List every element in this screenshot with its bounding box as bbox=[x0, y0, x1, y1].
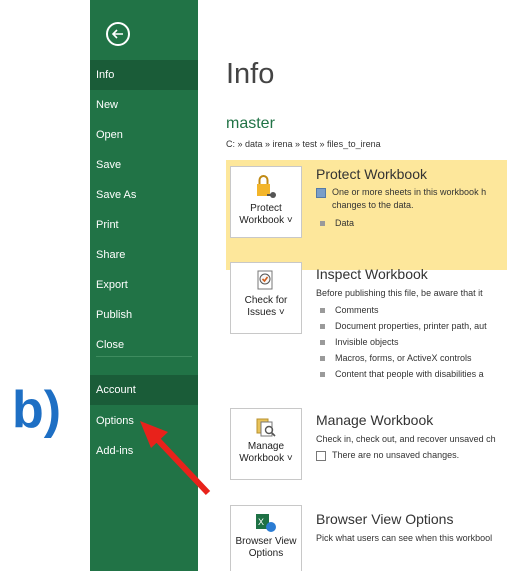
browser-view-options-button[interactable]: X Browser View Options bbox=[230, 505, 302, 571]
manage-note-text: There are no unsaved changes. bbox=[332, 450, 460, 460]
manage-note: There are no unsaved changes. bbox=[316, 449, 459, 462]
nav-export[interactable]: Export bbox=[90, 270, 198, 300]
protect-desc: One or more sheets in this workbook h bbox=[316, 186, 486, 199]
manage-desc: Check in, check out, and recover unsaved… bbox=[316, 434, 496, 444]
back-arrow-icon bbox=[111, 29, 123, 39]
inspect-desc: Before publishing this file, be aware th… bbox=[316, 288, 483, 298]
inspect-bullet: Content that people with disabilities a bbox=[316, 366, 487, 382]
protect-workbook-button[interactable]: Protect Workbook ˅ bbox=[230, 166, 302, 238]
protect-bullets: Data bbox=[316, 215, 354, 231]
browser-title: Browser View Options bbox=[316, 511, 454, 527]
inspect-bullet: Comments bbox=[316, 302, 487, 318]
protect-btn-line2: Workbook ˅ bbox=[239, 215, 293, 226]
browser-btn-line2: Options bbox=[248, 548, 284, 559]
document-icon bbox=[316, 450, 326, 461]
back-button[interactable] bbox=[106, 22, 130, 46]
nav-new[interactable]: New bbox=[90, 90, 198, 120]
info-pane: Info master C: » data » irena » test » f… bbox=[198, 0, 507, 571]
nav-open[interactable]: Open bbox=[90, 120, 198, 150]
page-title: Info bbox=[226, 58, 275, 90]
file-path[interactable]: C: » data » irena » test » files_to_iren… bbox=[226, 139, 381, 149]
file-name: master bbox=[226, 115, 275, 132]
manage-versions-icon bbox=[256, 418, 276, 437]
inspect-title: Inspect Workbook bbox=[316, 266, 428, 282]
inspect-bullet: Macros, forms, or ActiveX controls bbox=[316, 350, 487, 366]
nav-save-as[interactable]: Save As bbox=[90, 180, 198, 210]
protect-desc-line1: One or more sheets in this workbook h bbox=[332, 187, 487, 197]
protect-bullet: Data bbox=[316, 215, 354, 231]
nav-share[interactable]: Share bbox=[90, 240, 198, 270]
manage-workbook-section: Manage Workbook ˅ Manage Workbook Check … bbox=[226, 408, 507, 488]
browser-btn-line1: Browser View bbox=[235, 536, 297, 547]
lock-key-icon bbox=[257, 175, 276, 198]
sheet-warning-icon bbox=[316, 187, 326, 198]
manage-title: Manage Workbook bbox=[316, 412, 434, 428]
inspect-bullet: Invisible objects bbox=[316, 334, 487, 350]
manage-btn-line2: Workbook ˅ bbox=[239, 453, 293, 464]
protect-btn-line1: Protect bbox=[250, 203, 282, 214]
inspect-bullet: Document properties, printer path, aut bbox=[316, 318, 487, 334]
protect-workbook-section: Protect Workbook ˅ Protect Workbook One … bbox=[226, 160, 507, 270]
nav-save[interactable]: Save bbox=[90, 150, 198, 180]
inspect-bullets: Comments Document properties, printer pa… bbox=[316, 302, 487, 382]
svg-text:X: X bbox=[258, 517, 264, 527]
backstage-sidebar: Info New Open Save Save As Print Share E… bbox=[90, 0, 198, 571]
protect-desc-line2: changes to the data. bbox=[332, 200, 414, 210]
inspect-btn-line2: Issues ˅ bbox=[247, 307, 285, 318]
browser-view-section: X Browser View Options Browser View Opti… bbox=[226, 505, 507, 571]
nav-options[interactable]: Options bbox=[90, 406, 198, 436]
protect-title: Protect Workbook bbox=[316, 166, 428, 182]
nav-account[interactable]: Account bbox=[90, 375, 198, 405]
browser-desc: Pick what users can see when this workbo… bbox=[316, 533, 493, 543]
check-for-issues-button[interactable]: Check for Issues ˅ bbox=[230, 262, 302, 334]
inspect-workbook-section: Check for Issues ˅ Inspect Workbook Befo… bbox=[226, 262, 507, 382]
nav-info[interactable]: Info bbox=[90, 60, 198, 90]
inspect-btn-line1: Check for bbox=[244, 295, 288, 306]
annotation-label-b: b) bbox=[12, 381, 62, 439]
excel-browser-icon: X bbox=[256, 514, 276, 532]
nav-print[interactable]: Print bbox=[90, 210, 198, 240]
manage-workbook-button[interactable]: Manage Workbook ˅ bbox=[230, 408, 302, 480]
manage-btn-line1: Manage bbox=[247, 441, 285, 452]
nav-publish[interactable]: Publish bbox=[90, 300, 198, 330]
nav-divider bbox=[96, 356, 192, 357]
nav-addins[interactable]: Add-ins bbox=[90, 436, 198, 466]
inspect-document-icon bbox=[257, 270, 273, 290]
